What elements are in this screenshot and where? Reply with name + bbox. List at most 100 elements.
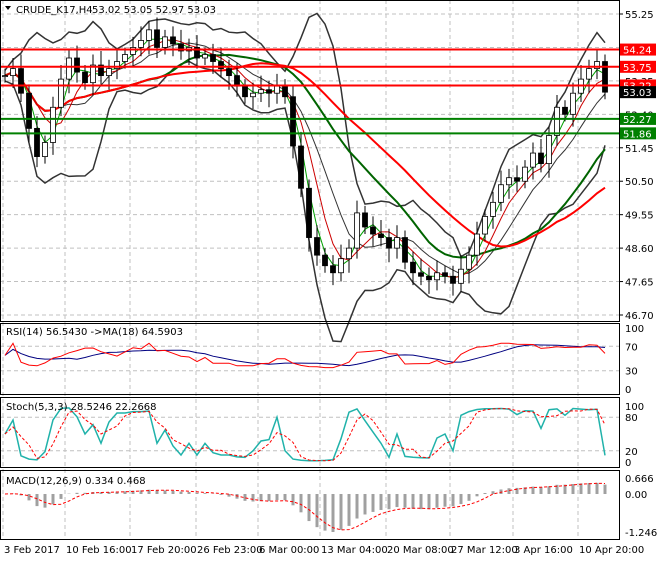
stoch-label: Stoch(5,3,3) 28.5246 22.2668 (6, 402, 157, 413)
candle-body (370, 226, 376, 235)
price-tick-label: 49.55 (625, 211, 654, 222)
candle-body (482, 216, 488, 235)
price-tick-label: 48.60 (625, 244, 654, 255)
macd-signal-line (4, 482, 606, 531)
candle-body (18, 68, 24, 94)
candle-body (570, 92, 576, 115)
stoch-tick-label: 20 (625, 447, 638, 458)
candle-body (498, 184, 504, 203)
candle-body (410, 261, 416, 274)
candle-body (50, 106, 56, 143)
candle-body (386, 237, 392, 249)
candle-body (242, 85, 248, 98)
time-label: 27 Mar 12:00 (451, 545, 518, 556)
price-tick-label: 55.25 (625, 10, 654, 21)
candle-body (146, 29, 152, 41)
macd-tick-label: 0.00 (625, 490, 647, 501)
candle-body (330, 265, 336, 274)
price-tick-label: 51.45 (625, 144, 654, 155)
level-tag-label: 53.75 (623, 63, 652, 74)
chart-header: CRUDE_K17,H4 53.02 53.05 52.97 53.03 (5, 5, 216, 16)
rsi-label: RSI(14) 56.5430 ->MA(18) 64.5903 (6, 327, 183, 338)
level-tag-label: 54.24 (623, 46, 652, 57)
price-tick-label: 47.65 (625, 278, 654, 289)
macd-tick-label: -1.246 (625, 528, 657, 539)
candle-body (378, 233, 384, 238)
candle-body (58, 78, 64, 108)
candle-body (162, 36, 168, 48)
candle-body (466, 254, 472, 270)
rsi-ma-line (4, 344, 606, 367)
candle-body (362, 212, 368, 228)
stoch-tick-label: 100 (625, 402, 644, 413)
time-label: 6 Mar 00:00 (259, 545, 319, 556)
candle-body (66, 57, 72, 80)
candle-body (154, 29, 160, 48)
candle-body (210, 54, 216, 62)
candle-body (306, 187, 312, 238)
stoch-tick-label: 0 (625, 458, 631, 469)
candle-body (2, 75, 8, 78)
candle-body (450, 275, 456, 284)
level-tag-label: 52.27 (623, 115, 652, 126)
candle-body (74, 57, 80, 73)
candle-body (258, 89, 264, 94)
candle-body (514, 177, 520, 182)
rsi-tick-label: 100 (625, 324, 644, 335)
level-tag-label: 51.86 (623, 129, 652, 140)
time-label: 20 Mar 08:00 (387, 545, 454, 556)
candle-body (434, 272, 440, 281)
candle-body (26, 92, 32, 129)
candle-body (298, 145, 304, 189)
candle-body (106, 68, 112, 77)
macd-tick-label: 0.666 (625, 474, 654, 485)
price-plot[interactable] (0, 12, 619, 533)
candle-body (554, 106, 560, 136)
candle-body (290, 96, 296, 147)
trading-chart[interactable]: CRUDE_K17,H4 53.02 53.05 52.97 53.03 RSI… (0, 0, 660, 560)
candle-body (426, 275, 432, 281)
candle-body (226, 68, 232, 77)
candle-body (538, 152, 544, 165)
ohlc-values: 53.02 53.05 52.97 53.03 (92, 5, 216, 16)
current-price-label: 53.03 (623, 88, 652, 99)
candle-body (42, 142, 48, 157)
time-label: 17 Feb 20:00 (131, 545, 197, 556)
candle-body (546, 135, 552, 165)
candle-body (474, 233, 480, 256)
time-label: 26 Feb 23:00 (197, 545, 263, 556)
candle-body (250, 92, 256, 98)
rsi-tick-label: 70 (625, 342, 638, 353)
candle-body (522, 166, 528, 182)
collapse-triangle-icon[interactable] (5, 6, 11, 10)
time-label: 3 Apr 16:00 (514, 545, 573, 556)
candle-body (282, 85, 288, 98)
time-label: 3 Feb 2017 (4, 545, 60, 556)
candle-body (458, 268, 464, 284)
candle-body (314, 237, 320, 256)
candle-body (338, 258, 344, 274)
candle-body (530, 152, 536, 168)
time-label: 10 Feb 16:00 (66, 545, 132, 556)
candle-body (394, 237, 400, 249)
candle-body (586, 68, 592, 80)
stoch-main-line (4, 407, 606, 462)
candle-body (170, 36, 176, 45)
candle-body (10, 68, 16, 77)
symbol-label: CRUDE_K17,H4 (16, 5, 93, 16)
price-tick-label: 46.70 (625, 311, 654, 322)
candle-body (346, 247, 352, 260)
candle-body (202, 54, 208, 59)
candle-body (354, 212, 360, 249)
candle-body (130, 47, 136, 55)
time-label: 10 Apr 20:00 (579, 545, 644, 556)
candle-body (418, 272, 424, 277)
time-label: 13 Mar 04:00 (321, 545, 388, 556)
candle-body (506, 177, 512, 186)
candle-body (122, 54, 128, 62)
candle-body (322, 254, 328, 267)
rsi-tick-label: 30 (625, 367, 638, 378)
candle-body (442, 272, 448, 277)
candle-body (82, 71, 88, 84)
bollinger-lower (4, 60, 606, 343)
